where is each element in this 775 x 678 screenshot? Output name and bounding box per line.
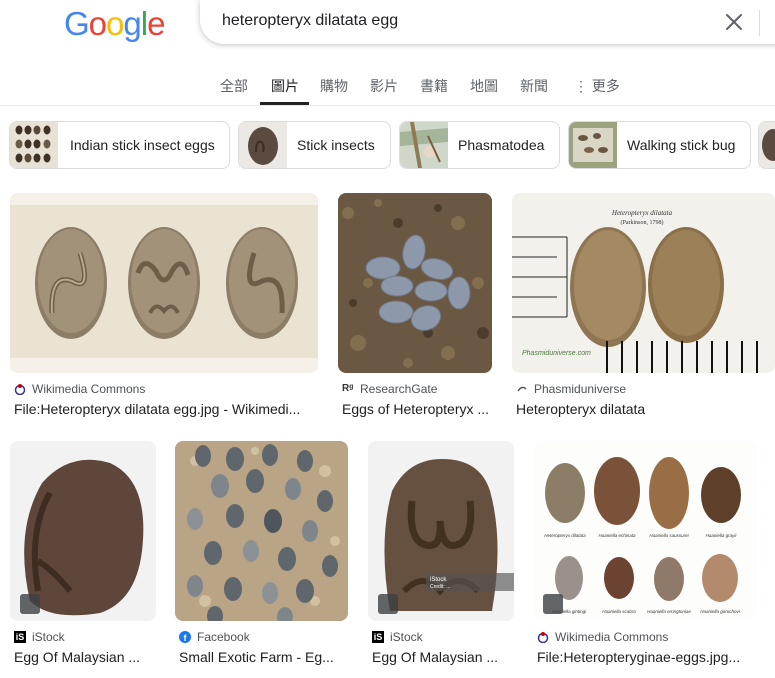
search-divider (759, 10, 760, 36)
logo-letter: e (147, 5, 165, 42)
logo-letter: o (106, 5, 124, 42)
image-watermark-credit: Credit: ... (430, 584, 450, 590)
istock-icon: iS (372, 631, 384, 643)
google-images-page: Google 全部 圖片 購物 影片 書籍 地圖 新聞 ⋮ 更多 (0, 0, 775, 678)
result-source[interactable]: Phasmiduniverse (516, 382, 626, 396)
result-source-label: iStock (32, 630, 65, 644)
egg-label: Haaniella grayii (706, 533, 738, 538)
image-badge-icon (543, 594, 563, 614)
search-tabs: 全部 圖片 購物 影片 書籍 地圖 新聞 ⋮ 更多 (0, 70, 775, 106)
result-source[interactable]: Wikimedia Commons (537, 630, 668, 644)
researchgate-icon: Rᵍ (342, 383, 354, 394)
chip-thumbnail (400, 122, 448, 168)
result-image[interactable]: Heteropteryx dilatata (Parkinson, 1798) … (512, 193, 775, 373)
result-source[interactable]: iS iStock (14, 630, 65, 644)
egg-label: Heteropteryx dilatata (544, 533, 586, 538)
tab-news[interactable]: 新聞 (520, 76, 548, 96)
google-logo[interactable]: Google (64, 5, 165, 43)
image-watermark: Phasmiduniverse.com (522, 350, 591, 357)
result-title[interactable]: Egg Of Malaysian ... (14, 649, 156, 665)
result-image[interactable] (338, 193, 492, 373)
chip-label: Walking stick bug (627, 137, 736, 153)
egg-label: Haaniella scabra (602, 609, 636, 614)
chip-walking-stick-bug[interactable]: Walking stick bug (568, 121, 751, 169)
result-source-label: iStock (390, 630, 423, 644)
result-source-label: Wikimedia Commons (32, 382, 146, 396)
image-caption-2: (Parkinson, 1798) (621, 219, 664, 226)
chip-thumbnail (239, 122, 287, 168)
facebook-icon: f (179, 631, 191, 643)
result-image[interactable]: Heteropteryx dilatata Haaniella echinata… (533, 441, 757, 621)
istock-icon: iS (14, 631, 26, 643)
chip-phasmatodea[interactable]: Phasmatodea (399, 121, 560, 169)
result-image[interactable] (175, 441, 348, 621)
image-result[interactable]: Wikimedia Commons File:Heteropteryx dila… (10, 193, 318, 423)
image-result[interactable]: f Facebook Small Exotic Farm - Eg... (175, 441, 349, 671)
image-result[interactable]: Heteropteryx dilatata (Parkinson, 1798) … (512, 193, 775, 423)
result-title[interactable]: File:Heteropteryginae-eggs.jpg... (537, 649, 758, 665)
result-source-label: Wikimedia Commons (555, 630, 669, 644)
tab-more-label: 更多 (591, 78, 620, 94)
egg-label: Haaniella gorochovi (700, 609, 741, 614)
tab-videos[interactable]: 影片 (370, 76, 398, 96)
image-badge-icon (378, 594, 398, 614)
result-source[interactable]: f Facebook (179, 630, 250, 644)
chip-label: Phasmatodea (458, 137, 545, 153)
tab-maps[interactable]: 地圖 (470, 76, 498, 96)
result-title[interactable]: Small Exotic Farm - Eg... (179, 649, 349, 665)
result-title[interactable]: Egg Of Malaysian ... (372, 649, 514, 665)
result-source[interactable]: iS iStock (372, 630, 423, 644)
image-result[interactable]: Rᵍ ResearchGate Eggs of Heteropteryx ... (338, 193, 494, 423)
tab-more[interactable]: ⋮ 更多 (574, 76, 620, 96)
tab-books[interactable]: 書籍 (420, 76, 448, 96)
egg-label: Haaniella erringtoniae (647, 609, 691, 614)
result-title[interactable]: Heteropteryx dilatata (516, 401, 775, 417)
image-result[interactable]: iS iStock Egg Of Malaysian ... (10, 441, 156, 671)
result-source-label: Facebook (197, 630, 250, 644)
logo-letter: G (64, 5, 90, 42)
egg-label: Haaniella echinata (598, 533, 636, 538)
image-badge-icon (20, 594, 40, 614)
chip-label: Stick insects (297, 137, 375, 153)
image-result[interactable]: Heteropteryx dilatata Haaniella echinata… (533, 441, 758, 671)
result-source-label: ResearchGate (360, 382, 438, 396)
logo-letter: g (123, 5, 141, 42)
more-vert-icon: ⋮ (574, 78, 588, 94)
image-watermark: iStock (430, 577, 447, 583)
chip-thumbnail (759, 122, 775, 168)
egg-label: Haaniella saussurei (649, 533, 689, 538)
image-caption: Heteropteryx dilatata (611, 209, 673, 217)
image-result[interactable]: iStock Credit: ... iS iStock Egg Of Mala… (368, 441, 514, 671)
tab-all[interactable]: 全部 (220, 76, 248, 96)
chip-indian-stick-insect-eggs[interactable]: Indian stick insect eggs (9, 121, 230, 169)
search-box (200, 0, 775, 44)
chip-overflow[interactable] (758, 121, 775, 169)
phasmiduniverse-icon (517, 386, 527, 392)
result-title[interactable]: File:Heteropteryx dilatata egg.jpg - Wik… (14, 401, 318, 417)
chip-label: Indian stick insect eggs (70, 137, 215, 153)
result-source[interactable]: Rᵍ ResearchGate (342, 382, 437, 396)
tab-images[interactable]: 圖片 (271, 76, 299, 96)
result-source[interactable]: Wikimedia Commons (14, 382, 145, 396)
clear-search-button[interactable] (722, 10, 746, 34)
result-source-label: Phasmiduniverse (534, 382, 627, 396)
close-icon (726, 14, 742, 30)
logo-letter: o (88, 5, 107, 42)
chip-thumbnail (569, 122, 617, 168)
search-input[interactable] (222, 12, 702, 30)
tab-shopping[interactable]: 購物 (320, 76, 348, 96)
result-image[interactable] (10, 193, 318, 373)
result-title[interactable]: Eggs of Heteropteryx ... (342, 401, 492, 417)
wikimedia-icon (537, 632, 549, 643)
tabs-divider (0, 105, 775, 106)
wikimedia-icon (14, 384, 26, 395)
chip-thumbnail (10, 122, 58, 168)
chip-stick-insects[interactable]: Stick insects (238, 121, 391, 169)
